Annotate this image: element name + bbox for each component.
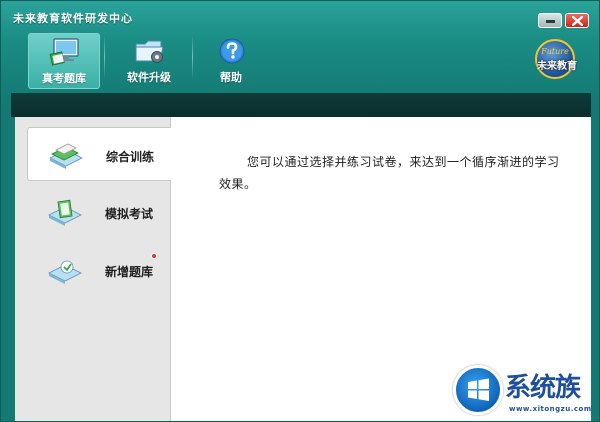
sidebar-item-label: 模拟考试: [105, 207, 154, 221]
close-icon: [572, 16, 583, 26]
sidebar-item-comprehensive-training[interactable]: 综合训练: [27, 127, 182, 181]
header-band: [11, 93, 591, 117]
title-bar[interactable]: 未来教育软件研发中心: [1, 1, 599, 29]
future-education-logo: Future 未来教育: [535, 39, 577, 79]
toolbar-label: 软件升级: [127, 71, 171, 84]
monitor-books-icon: [49, 38, 79, 66]
description-text: 您可以通过选择并练习试卷，来达到一个循序渐进的学习效果。: [219, 155, 560, 191]
app-window: 未来教育软件研发中心 真考题库 软件升级 帮助 Future 未来教育 综合训练…: [0, 0, 600, 422]
sidebar: 综合训练 模拟考试 新增题库: [15, 117, 182, 421]
help-icon: [219, 38, 245, 64]
windows-logo-icon: [453, 365, 503, 415]
toolbar-item-software-update[interactable]: 软件升级: [113, 33, 185, 89]
sidebar-item-label: 新增题库: [105, 265, 154, 279]
toolbar-divider: [104, 35, 105, 79]
watermark: 系统族 www.xitongzu.com: [449, 361, 599, 421]
folder-gear-icon: [135, 40, 164, 63]
sidebar-item-label: 综合训练: [106, 150, 155, 164]
new-bank-icon: [48, 260, 82, 284]
sidebar-item-mock-exam[interactable]: 模拟考试: [27, 185, 182, 239]
toolbar-item-exam-bank[interactable]: 真考题库: [28, 33, 100, 89]
watermark-url: www.xitongzu.com: [509, 405, 592, 413]
toolbar-item-help[interactable]: 帮助: [195, 33, 267, 89]
close-button[interactable]: [565, 13, 589, 28]
books-icon: [49, 143, 83, 169]
main-toolbar: 真考题库 软件升级 帮助: [1, 29, 599, 89]
minimize-button[interactable]: [538, 13, 562, 28]
toolbar-label: 真考题库: [42, 72, 86, 85]
toolbar-label: 帮助: [220, 71, 242, 84]
exam-icon: [48, 199, 82, 226]
logo-english: Future: [541, 47, 569, 56]
new-badge: [151, 253, 157, 259]
window-title: 未来教育软件研发中心: [13, 12, 133, 25]
logo-chinese: 未来教育: [537, 61, 577, 72]
windows-flag-icon: [468, 378, 489, 401]
sidebar-item-new-question-bank[interactable]: 新增题库: [27, 243, 182, 297]
watermark-text: 系统族: [505, 373, 581, 403]
toolbar-divider: [192, 35, 193, 79]
